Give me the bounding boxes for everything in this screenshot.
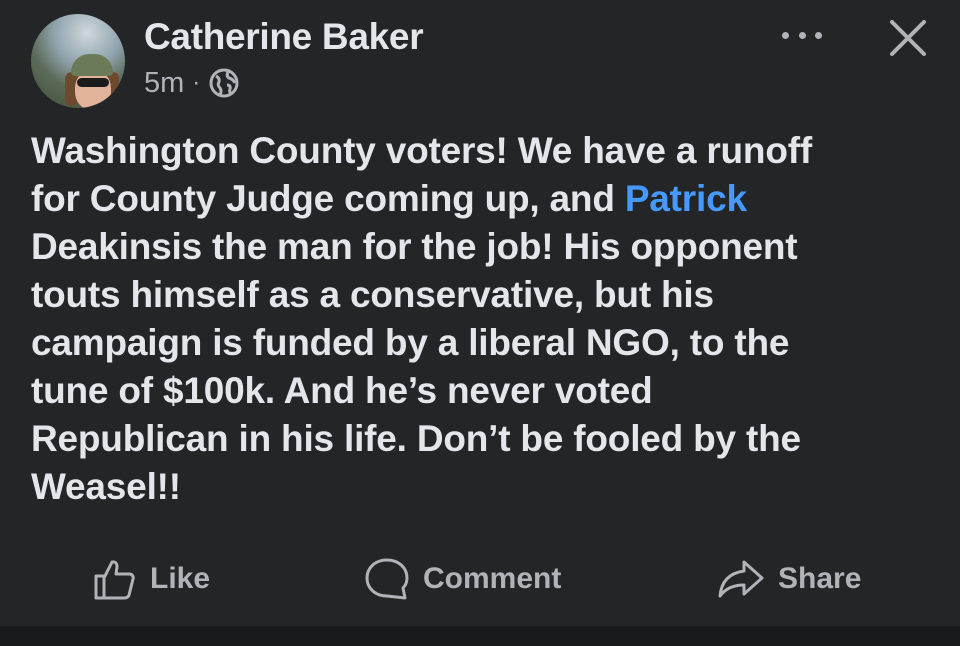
- like-button[interactable]: Like: [92, 548, 210, 610]
- post-action-bar: Like Comment Share: [0, 548, 960, 610]
- post-body-part-2: Deakinsis the man for the job! His oppon…: [31, 226, 801, 507]
- post-timestamp[interactable]: 5m: [144, 67, 184, 100]
- share-arrow-icon: [718, 560, 764, 598]
- post-body: Washington County voters! We have a runo…: [31, 127, 931, 511]
- globe-icon[interactable]: [208, 67, 240, 99]
- comment-label: Comment: [423, 562, 562, 595]
- author-avatar[interactable]: [31, 14, 125, 108]
- author-name[interactable]: Catherine Baker: [144, 16, 424, 58]
- mention-link[interactable]: Patrick: [625, 178, 747, 219]
- more-dot: [782, 31, 789, 39]
- facebook-post: Catherine Baker 5m · Washington County v…: [0, 0, 960, 646]
- more-dot: [798, 31, 806, 39]
- avatar-cap: [71, 54, 113, 76]
- like-label: Like: [150, 562, 211, 595]
- close-icon[interactable]: [886, 16, 930, 60]
- meta-separator: ·: [192, 69, 201, 96]
- comment-bubble-icon: [365, 558, 409, 600]
- more-dot: [815, 31, 822, 39]
- more-options-icon[interactable]: [782, 20, 822, 50]
- share-button[interactable]: Share: [716, 548, 861, 610]
- post-bottom-divider: [0, 626, 960, 646]
- avatar-sunglasses: [77, 78, 109, 87]
- comment-button[interactable]: Comment: [363, 548, 561, 610]
- share-label: Share: [778, 562, 862, 595]
- post-meta: 5m ·: [144, 64, 240, 102]
- thumbs-up-icon: [94, 560, 135, 600]
